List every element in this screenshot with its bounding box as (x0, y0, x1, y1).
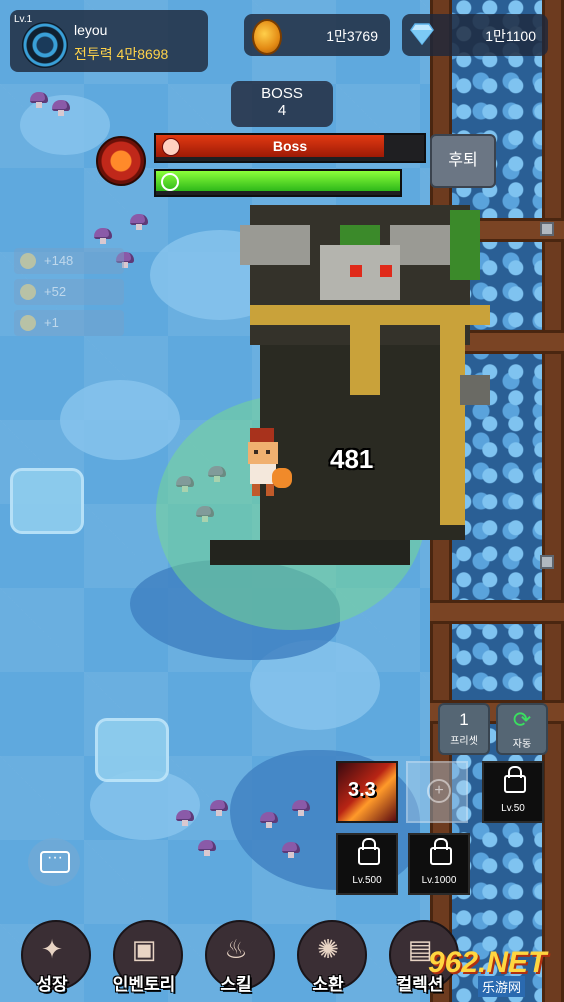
skill-slot-empty[interactable]: + (406, 761, 468, 823)
diamond-icon (410, 23, 434, 45)
cloud (60, 380, 180, 460)
preset-number: 1 (459, 710, 469, 729)
mushroom-enemy (130, 214, 148, 230)
lock-icon (430, 838, 452, 865)
skill-cooldown: 3.3 (348, 779, 376, 801)
flame-icon (20, 315, 36, 331)
backpack-icon: ▣ (131, 934, 157, 964)
gem-icon (20, 284, 36, 300)
nav-growth[interactable]: ✦ 성장 (12, 916, 92, 1002)
unlock-level: Lv.1000 (421, 875, 457, 886)
skill-slot-fire[interactable]: 3.3 (336, 761, 398, 823)
boss-monster[interactable] (210, 195, 495, 565)
mushroom-enemy (30, 92, 48, 108)
coin-icon (20, 253, 36, 269)
buff-item: +52 (14, 279, 124, 305)
wall-bolt (540, 222, 554, 236)
wizard-icon: ✦ (41, 934, 63, 964)
wall-bolt (540, 555, 554, 569)
skill-slot-locked[interactable]: Lv.500 (336, 833, 398, 895)
nav-label: 스킬 (220, 975, 252, 994)
lock-icon (504, 766, 526, 793)
watermark-logo: 962.NET (428, 946, 547, 979)
skill-slot-locked[interactable]: Lv.1000 (408, 833, 470, 895)
mushroom-enemy (210, 800, 228, 816)
clock-icon (161, 173, 179, 191)
buff-item: +1 (14, 310, 124, 336)
mushroom-enemy (176, 810, 194, 826)
mushroom-enemy (52, 100, 70, 116)
player-name: leyou (74, 22, 108, 38)
stage-number: 4 (277, 102, 287, 119)
boss-label: Boss (272, 138, 308, 154)
combat-power: 전투력 4만8698 (74, 46, 169, 62)
skill-slot-locked[interactable]: Lv.50 (482, 761, 544, 823)
avatar (22, 22, 68, 68)
preset-label: 프리셋 (450, 736, 478, 747)
stage-title: BOSS (261, 85, 303, 102)
nav-label: 인벤토리 (112, 975, 176, 994)
profile-panel[interactable]: Lv.1 leyou 전투력 4만8698 (10, 10, 208, 72)
coin-value: 1만3769 (326, 28, 378, 44)
coin-counter[interactable]: 1만3769 (244, 14, 390, 56)
gem-counter[interactable]: 1만1100 (402, 14, 548, 56)
stage-indicator: BOSS 4 (231, 81, 333, 127)
chat-icon (40, 849, 70, 873)
nav-skill[interactable]: ♨ 스킬 (196, 916, 276, 1002)
refresh-icon: ⟳ (512, 707, 532, 732)
boss-timer-fill (156, 171, 400, 191)
boss-hp-bar: Boss (154, 133, 426, 163)
mushroom-enemy (260, 812, 278, 828)
nav-summon[interactable]: ✺ 소환 (288, 916, 368, 1002)
boss-timer-bar (154, 169, 402, 197)
auto-button[interactable]: ⟳ 자동 (496, 703, 548, 755)
magic-circle-icon: ✺ (317, 934, 339, 964)
plus-icon: + (427, 779, 451, 803)
fire-skill-button[interactable] (96, 136, 146, 186)
nav-label: 성장 (36, 975, 68, 994)
mushroom-enemy (198, 840, 216, 856)
nav-label: 소환 (312, 975, 344, 994)
level-label: Lv.1 (14, 14, 33, 25)
wall-beam (430, 600, 564, 624)
unlock-level: Lv.500 (352, 875, 382, 886)
mushroom-enemy (282, 842, 300, 858)
chat-button[interactable] (28, 838, 80, 886)
flame-icon: ♨ (224, 934, 248, 964)
watermark-sub: 乐游网 (478, 976, 526, 997)
buff-item: +148 (14, 248, 124, 274)
retreat-button[interactable]: 후퇴 (430, 134, 496, 188)
unlock-level: Lv.50 (501, 803, 525, 814)
mushroom-enemy (292, 800, 310, 816)
damage-number: 481 (330, 444, 374, 474)
gem-value: 1만1100 (485, 28, 536, 44)
ice-block (95, 718, 169, 782)
ice-block (10, 468, 84, 534)
lock-icon (358, 838, 380, 865)
buff-list: +148 +52 +1 (14, 248, 124, 341)
wall-post (542, 0, 564, 1002)
preset-button[interactable]: 1 프리셋 (438, 703, 490, 755)
hero-character[interactable] (236, 428, 294, 498)
coin-icon (252, 19, 282, 55)
nav-inventory[interactable]: ▣ 인벤토리 (104, 916, 184, 1002)
mushroom-enemy (94, 228, 112, 244)
buff-value: +52 (44, 284, 67, 299)
buff-value: +148 (44, 253, 74, 268)
auto-label: 자동 (512, 739, 532, 750)
buff-value: +1 (44, 315, 59, 330)
